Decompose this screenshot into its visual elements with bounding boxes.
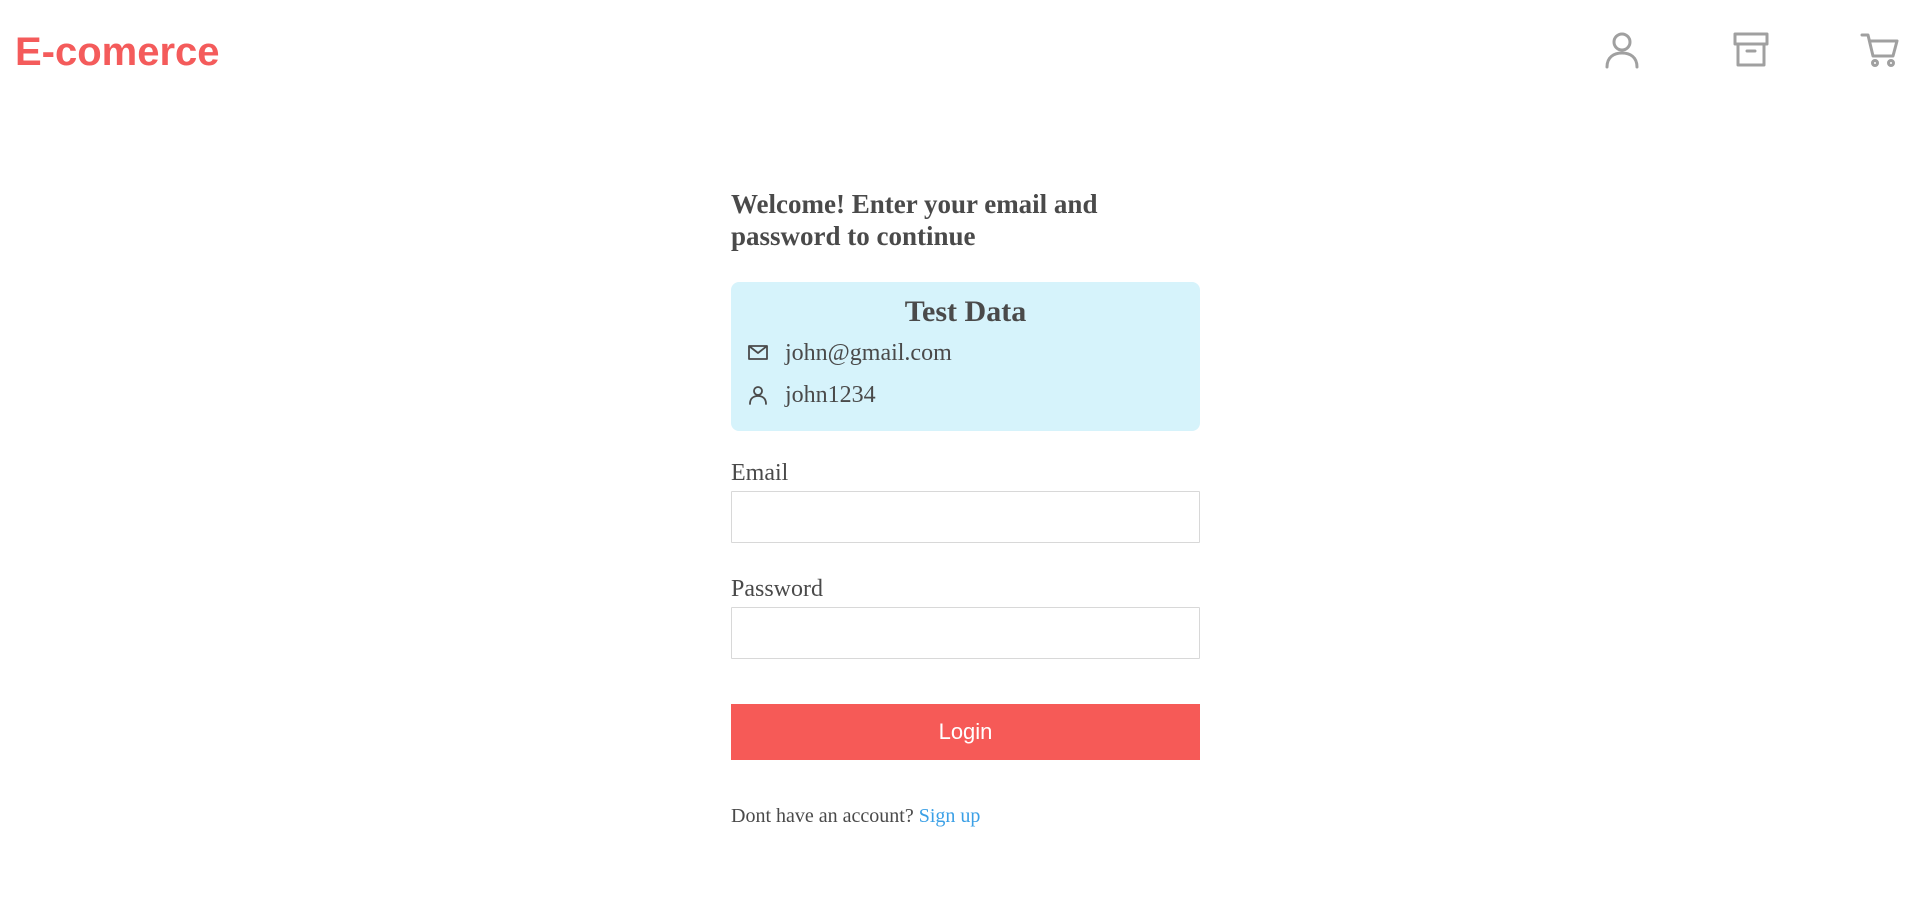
email-label: Email <box>731 460 789 486</box>
user-icon[interactable] <box>1602 30 1642 70</box>
welcome-heading: Welcome! Enter your email and password t… <box>731 189 1098 251</box>
password-label: Password <box>731 576 824 602</box>
test-password-row: john1234 <box>747 378 1200 412</box>
login-button[interactable]: Login <box>731 704 1200 760</box>
user-small-icon <box>747 384 769 406</box>
top-header: E-comerce <box>0 0 1920 105</box>
archive-icon[interactable] <box>1731 30 1771 70</box>
test-password-value: john1234 <box>785 382 876 408</box>
email-field[interactable] <box>731 491 1200 543</box>
signup-prompt: Dont have an account? Sign up <box>731 804 1200 828</box>
cart-icon[interactable] <box>1860 30 1900 70</box>
test-email-row: john@gmail.com <box>747 336 1200 370</box>
mail-icon <box>747 342 769 364</box>
login-form: Welcome! Enter your email and password t… <box>731 188 1200 828</box>
no-account-text: Dont have an account? <box>731 805 914 827</box>
signup-link[interactable]: Sign up <box>919 805 981 827</box>
brand-logo[interactable]: E-comerce <box>15 28 220 76</box>
password-field[interactable] <box>731 607 1200 659</box>
test-data-panel: Test Data john@gmail.com john1234 <box>731 282 1200 431</box>
test-email-value: john@gmail.com <box>785 340 952 366</box>
test-data-title: Test Data <box>904 295 1027 328</box>
